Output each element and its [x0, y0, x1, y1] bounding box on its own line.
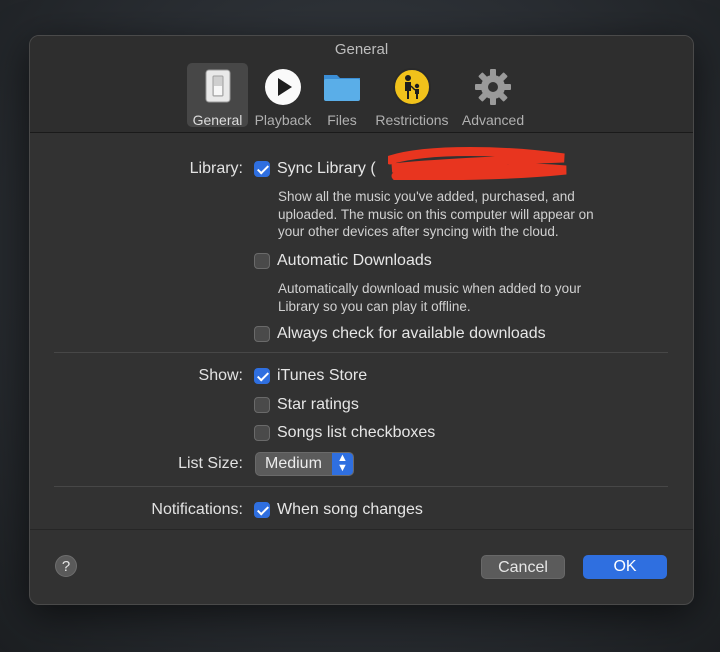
tab-label: Files — [327, 112, 357, 128]
general-switch-icon — [205, 69, 230, 103]
tab-general[interactable]: General — [187, 63, 248, 128]
checkbox-box[interactable] — [254, 368, 270, 384]
redaction-scribble — [388, 147, 567, 180]
desc-line: Show all the music you've added, purchas… — [278, 189, 575, 204]
automatic-downloads-checkbox[interactable]: Automatic Downloads — [254, 252, 432, 270]
when-song-changes-checkbox[interactable]: When song changes — [254, 501, 423, 519]
automatic-downloads-label: Automatic Downloads — [277, 252, 432, 269]
divider — [54, 486, 668, 487]
sync-library-description: Show all the music you've added, purchas… — [278, 188, 594, 241]
chevron-updown-icon: ▲ ▼ — [332, 453, 353, 475]
always-check-downloads-checkbox[interactable]: Always check for available downloads — [254, 325, 546, 343]
tab-files[interactable]: Files — [318, 63, 366, 128]
star-ratings-label: Star ratings — [277, 396, 359, 413]
ok-button[interactable]: OK — [583, 555, 667, 579]
gear-icon — [475, 69, 511, 105]
checkbox-box[interactable] — [254, 326, 270, 342]
always-check-label: Always check for available downloads — [277, 325, 546, 342]
cancel-button[interactable]: Cancel — [481, 555, 565, 579]
desc-line: your other devices after syncing with th… — [278, 224, 559, 239]
folder-icon — [324, 75, 360, 101]
toolbar: General General Playback Files Restricti… — [30, 36, 693, 133]
parental-restrictions-icon — [393, 68, 431, 106]
desc-line: Automatically download music when added … — [278, 281, 582, 296]
list-size-label: List Size: — [178, 455, 243, 472]
checkbox-box[interactable] — [254, 502, 270, 518]
itunes-store-checkbox[interactable]: iTunes Store — [254, 367, 367, 385]
tab-label: Restrictions — [375, 112, 449, 128]
help-button[interactable]: ? — [55, 555, 77, 577]
library-label: Library: — [189, 160, 243, 177]
tab-label: General — [192, 112, 243, 128]
checkbox-box[interactable] — [254, 425, 270, 441]
window-title: General — [334, 41, 389, 58]
tab-advanced[interactable]: Advanced — [458, 63, 528, 128]
tab-playback[interactable]: Playback — [252, 63, 314, 128]
itunes-store-label: iTunes Store — [277, 367, 368, 384]
sync-library-label: Sync Library ( — [277, 160, 376, 177]
divider — [54, 352, 668, 353]
desc-line: Library so you can play it offline. — [278, 298, 471, 314]
songs-list-checkboxes-checkbox[interactable]: Songs list checkboxes — [254, 424, 435, 442]
star-ratings-checkbox[interactable]: Star ratings — [254, 396, 359, 414]
tab-restrictions[interactable]: Restrictions — [370, 63, 454, 128]
list-size-value: Medium — [265, 455, 322, 472]
checkbox-box[interactable] — [254, 161, 270, 177]
footer-divider — [30, 529, 693, 530]
songs-list-checkboxes-label: Songs list checkboxes — [277, 424, 436, 441]
notifications-label: Notifications: — [151, 501, 243, 518]
desc-line: uploaded. The music on this computer wil… — [278, 206, 594, 222]
checkbox-box[interactable] — [254, 253, 270, 269]
tab-label: Playback — [254, 112, 312, 128]
show-label: Show: — [198, 367, 243, 384]
checkbox-box[interactable] — [254, 397, 270, 413]
play-icon — [265, 69, 301, 105]
sync-library-checkbox[interactable]: Sync Library ( — [254, 160, 376, 178]
when-song-changes-label: When song changes — [277, 501, 423, 518]
tab-label: Advanced — [461, 112, 525, 128]
preferences-window: General General Playback Files Restricti… — [29, 35, 694, 605]
automatic-downloads-description: Automatically download music when added … — [278, 280, 581, 315]
list-size-popup[interactable]: Medium ▲ ▼ — [255, 452, 354, 476]
